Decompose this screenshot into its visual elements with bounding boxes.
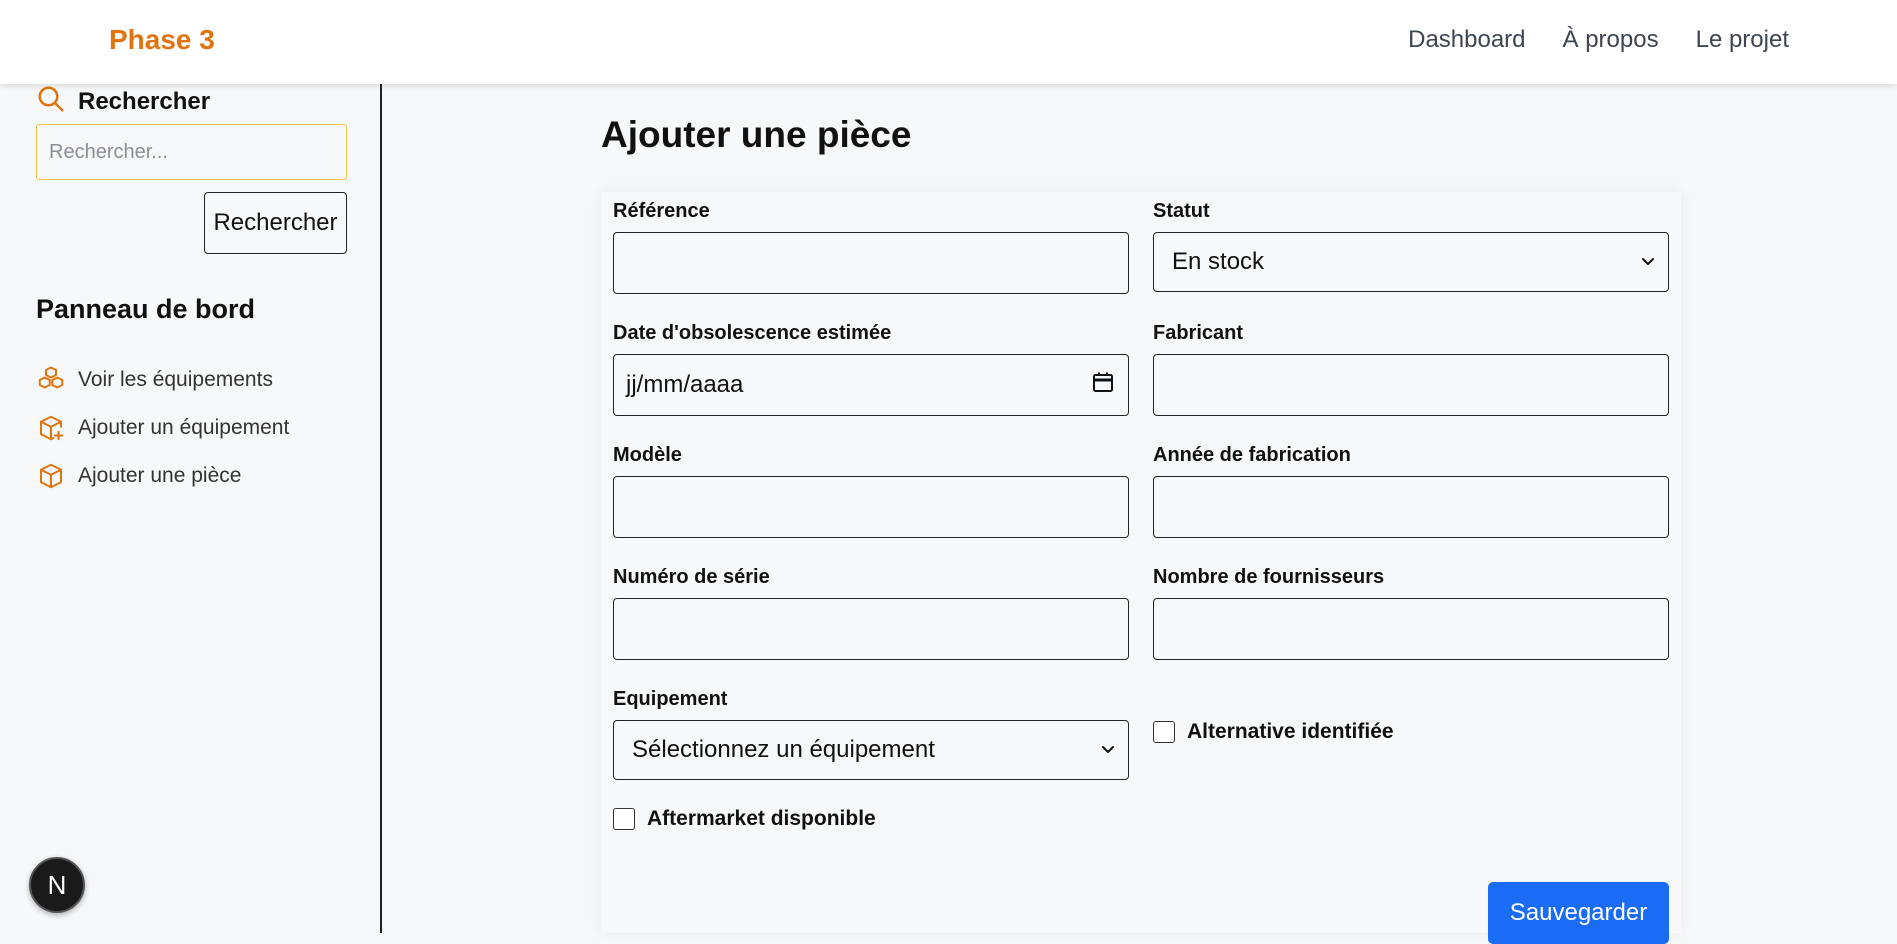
chevron-down-icon bbox=[1100, 736, 1116, 764]
numero-serie-input[interactable] bbox=[613, 598, 1129, 660]
sidebar-item-label: Voir les équipements bbox=[78, 368, 273, 391]
package-icon bbox=[36, 461, 66, 491]
fabricant-label: Fabricant bbox=[1153, 322, 1244, 344]
nav-le-projet[interactable]: Le projet bbox=[1696, 26, 1789, 54]
nombre-fournisseurs-field: Nombre de fournisseurs bbox=[1153, 566, 1669, 660]
page-title: Ajouter une pièce bbox=[601, 114, 912, 155]
sidebar-item-label: Ajouter une pièce bbox=[78, 464, 242, 487]
search-button[interactable]: Rechercher bbox=[204, 192, 347, 254]
date-obsolescence-input[interactable]: jj/mm/aaaa bbox=[613, 354, 1129, 416]
modele-field: Modèle bbox=[613, 444, 1129, 538]
nombre-fournisseurs-input[interactable] bbox=[1153, 598, 1669, 660]
search-heading: Rechercher bbox=[36, 84, 210, 119]
alternative-label: Alternative identifiée bbox=[1187, 720, 1394, 743]
sidebar: Rechercher Rechercher Panneau de bord Vo… bbox=[0, 84, 382, 933]
top-navbar: Phase 3 Dashboard À propos Le projet bbox=[0, 0, 1897, 84]
statut-value: En stock bbox=[1172, 248, 1265, 275]
reference-label: Référence bbox=[613, 200, 710, 222]
reference-field: Référence bbox=[613, 200, 1129, 294]
statut-label: Statut bbox=[1153, 200, 1210, 222]
sidebar-item-label: Ajouter un équipement bbox=[78, 416, 290, 439]
aftermarket-label: Aftermarket disponible bbox=[647, 807, 876, 830]
reference-input[interactable] bbox=[613, 232, 1129, 294]
calendar-icon[interactable] bbox=[1092, 371, 1114, 400]
statut-select[interactable]: En stock bbox=[1153, 232, 1669, 292]
equipement-field: Equipement Sélectionnez un équipement bbox=[613, 688, 1129, 780]
statut-field: Statut En stock bbox=[1153, 200, 1669, 292]
checkbox-box[interactable] bbox=[1153, 721, 1175, 743]
sidebar-item-ajouter-equipement[interactable]: Ajouter un équipement bbox=[36, 404, 289, 452]
search-label: Rechercher bbox=[78, 87, 211, 115]
annee-field: Année de fabrication bbox=[1153, 444, 1669, 538]
search-input[interactable] bbox=[36, 124, 347, 180]
fabricant-input[interactable] bbox=[1153, 354, 1669, 416]
annee-input[interactable] bbox=[1153, 476, 1669, 538]
alternative-checkbox[interactable]: Alternative identifiée bbox=[1153, 720, 1394, 744]
sidebar-menu: Voir les équipements Ajouter un équipeme… bbox=[36, 356, 289, 500]
sidebar-item-ajouter-piece[interactable]: Ajouter une pièce bbox=[36, 452, 289, 500]
package-plus-icon bbox=[36, 413, 66, 443]
numero-serie-field: Numéro de série bbox=[613, 566, 1129, 660]
save-button[interactable]: Sauvegarder bbox=[1488, 882, 1669, 944]
checkbox-box[interactable] bbox=[613, 808, 635, 830]
top-nav: Dashboard À propos Le projet bbox=[1408, 26, 1789, 54]
date-obsolescence-label: Date d'obsolescence estimée bbox=[613, 322, 892, 344]
boxes-icon bbox=[36, 365, 66, 395]
nombre-fournisseurs-label: Nombre de fournisseurs bbox=[1153, 566, 1385, 588]
nav-dashboard[interactable]: Dashboard bbox=[1408, 26, 1525, 54]
annee-label: Année de fabrication bbox=[1153, 444, 1351, 466]
chevron-down-icon bbox=[1640, 248, 1656, 276]
fabricant-field: Fabricant bbox=[1153, 322, 1669, 416]
sidebar-item-voir-equipements[interactable]: Voir les équipements bbox=[36, 356, 289, 404]
modele-label: Modèle bbox=[613, 444, 682, 466]
brand-logo[interactable]: Phase 3 bbox=[109, 24, 215, 56]
equipement-label: Equipement bbox=[613, 688, 728, 710]
date-obsolescence-field: Date d'obsolescence estimée jj/mm/aaaa bbox=[613, 322, 1129, 416]
date-placeholder: jj/mm/aaaa bbox=[626, 371, 744, 398]
equipement-select[interactable]: Sélectionnez un équipement bbox=[613, 720, 1129, 780]
nav-a-propos[interactable]: À propos bbox=[1563, 26, 1659, 54]
modele-input[interactable] bbox=[613, 476, 1129, 538]
nextjs-dev-badge[interactable]: N bbox=[29, 857, 85, 913]
search-icon bbox=[36, 84, 66, 119]
numero-serie-label: Numéro de série bbox=[613, 566, 770, 588]
aftermarket-checkbox[interactable]: Aftermarket disponible bbox=[613, 807, 876, 831]
equipement-value: Sélectionnez un équipement bbox=[632, 736, 935, 763]
panel-title: Panneau de bord bbox=[36, 294, 256, 324]
